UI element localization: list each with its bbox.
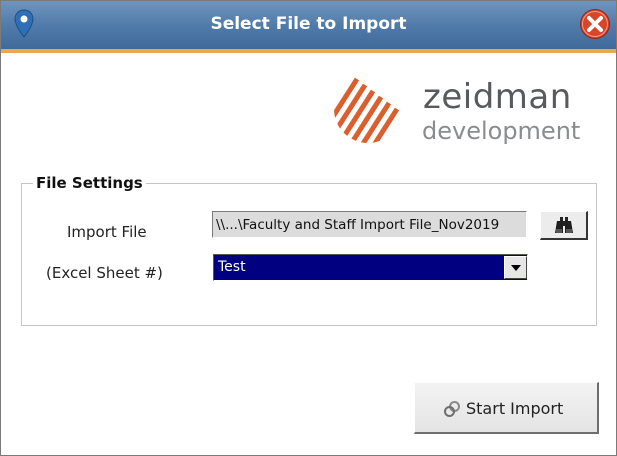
import-file-label: Import File <box>67 223 147 241</box>
excel-sheet-label: (Excel Sheet #) <box>46 264 163 282</box>
start-import-label: Start Import <box>466 399 564 418</box>
excel-sheet-selected-value: Test <box>218 259 246 275</box>
binoculars-icon <box>555 217 573 233</box>
logo-wordmark-line2: development <box>422 117 581 145</box>
file-settings-legend: File Settings <box>33 174 146 192</box>
import-dialog: Select File to Import zeidman developmen… <box>0 0 617 456</box>
title-accent-stripe <box>1 49 616 53</box>
import-file-path-field[interactable]: \\...\Faculty and Staff Import File_Nov2… <box>212 211 527 238</box>
logo-wordmark-line1: zeidman <box>423 77 572 117</box>
start-import-button[interactable]: Start Import <box>414 382 599 434</box>
title-bar: Select File to Import <box>1 1 616 49</box>
window-title: Select File to Import <box>210 14 407 34</box>
close-icon[interactable] <box>579 8 611 40</box>
chevron-down-icon <box>511 265 521 271</box>
company-logo: zeidman development <box>329 73 581 145</box>
link-icon <box>444 401 460 417</box>
excel-sheet-select[interactable]: Test <box>213 254 528 281</box>
zeidman-logo-mark <box>334 76 402 143</box>
dropdown-button[interactable] <box>504 256 527 279</box>
browse-button[interactable] <box>540 211 588 240</box>
